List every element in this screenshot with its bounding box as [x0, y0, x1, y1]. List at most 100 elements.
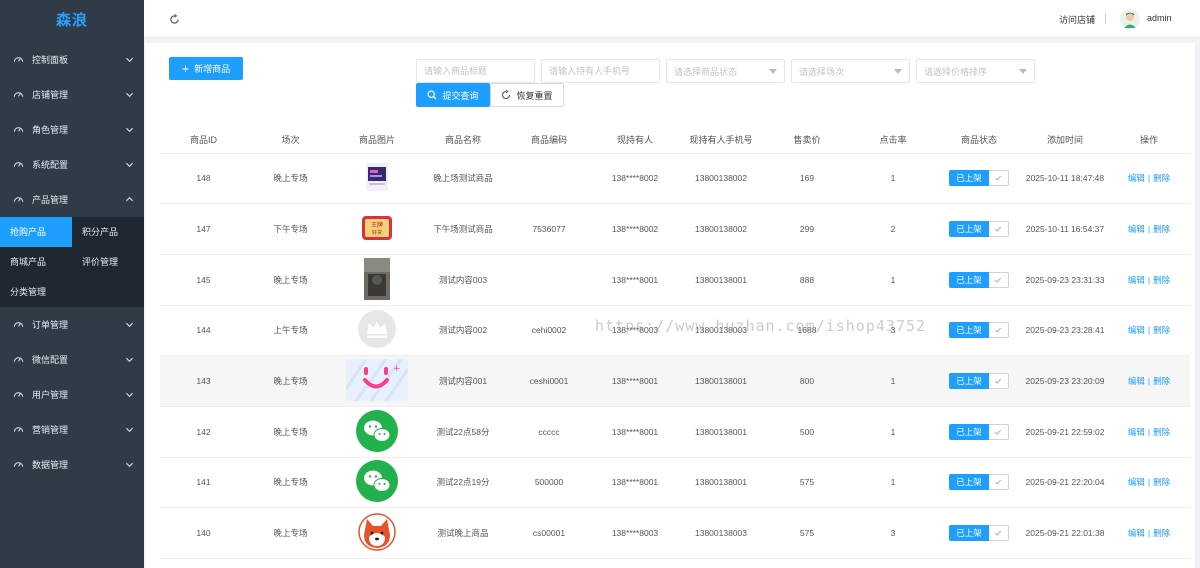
chevron-down-icon	[124, 160, 134, 170]
status-toggle[interactable]: 已上架	[949, 423, 1009, 440]
reset-button[interactable]: 恢复重置	[490, 83, 564, 107]
delete-link[interactable]: 删除	[1153, 275, 1170, 285]
status-badge[interactable]: 已上架	[949, 423, 989, 440]
status-toggle[interactable]: 已上架	[949, 322, 1009, 339]
submit-query-button[interactable]: 提交查询	[416, 83, 490, 107]
edit-link[interactable]: 编辑	[1128, 376, 1145, 386]
cell-id: 148	[160, 153, 247, 205]
refresh-icon[interactable]	[167, 12, 181, 26]
reset-label: 恢复重置	[516, 90, 553, 101]
cell-image	[334, 507, 420, 559]
table-row: 142 晚上专场 测试22点58分 ccccc 138****8001 138001380…	[160, 406, 1190, 458]
status-badge[interactable]: 已上架	[949, 322, 989, 339]
sidebar-item[interactable]: 系统配置	[0, 147, 144, 182]
submenu-item[interactable]: 商城产品	[0, 247, 72, 277]
sidebar-item[interactable]: 控制面板	[0, 42, 144, 77]
cell-code: cs00001	[506, 507, 592, 559]
phone-search-input[interactable]	[541, 59, 660, 83]
submenu-item[interactable]: 评价管理	[72, 247, 144, 277]
sidebar-item[interactable]: 角色管理	[0, 112, 144, 147]
cell-price: 1688	[764, 305, 850, 357]
status-toggle[interactable]: 已上架	[949, 474, 1009, 491]
status-toggle[interactable]: 已上架	[949, 170, 1009, 187]
visit-store-link[interactable]: 访问店铺	[1059, 13, 1095, 26]
edit-link[interactable]: 编辑	[1128, 477, 1145, 487]
checkmark-icon[interactable]	[988, 271, 1009, 288]
chevron-down-icon	[124, 90, 134, 100]
status-badge[interactable]: 已上架	[949, 221, 989, 238]
session-select[interactable]: 请选择场次	[791, 59, 910, 83]
brand-logo[interactable]: 森浪	[0, 0, 144, 42]
delete-link[interactable]: 删除	[1153, 427, 1170, 437]
edit-link[interactable]: 编辑	[1128, 224, 1145, 234]
sidebar-item[interactable]: 店铺管理	[0, 77, 144, 112]
title-search-input[interactable]	[416, 59, 535, 83]
edit-link[interactable]: 编辑	[1128, 325, 1145, 335]
cell-price: 169	[764, 153, 850, 205]
status-badge[interactable]: 已上架	[949, 474, 989, 491]
status-toggle[interactable]: 已上架	[949, 221, 1009, 238]
delete-link[interactable]: 删除	[1153, 528, 1170, 538]
username[interactable]: admin	[1147, 13, 1172, 23]
delete-link[interactable]: 删除	[1153, 477, 1170, 487]
cell-actions: 编辑 | 删除	[1108, 254, 1190, 306]
dashboard-icon	[12, 459, 24, 471]
checkmark-icon[interactable]	[988, 221, 1009, 238]
edit-link[interactable]: 编辑	[1128, 427, 1145, 437]
sidebar-item[interactable]: 用户管理	[0, 377, 144, 412]
product-image[interactable]	[364, 257, 390, 302]
cell-id: 142	[160, 406, 247, 458]
edit-link[interactable]: 编辑	[1128, 528, 1145, 538]
delete-link[interactable]: 删除	[1153, 224, 1170, 234]
submenu-item[interactable]: 积分产品	[72, 217, 144, 247]
product-image[interactable]	[358, 310, 396, 350]
cell-actions: 编辑 | 删除	[1108, 457, 1190, 509]
dashboard-icon	[12, 354, 24, 366]
caret-down-icon	[894, 69, 902, 74]
status-toggle[interactable]: 已上架	[949, 373, 1009, 390]
edit-link[interactable]: 编辑	[1128, 275, 1145, 285]
dashboard-icon	[12, 424, 24, 436]
status-badge[interactable]: 已上架	[949, 525, 989, 542]
add-product-button[interactable]: + 新增商品	[169, 57, 243, 80]
status-toggle[interactable]: 已上架	[949, 525, 1009, 542]
sidebar-item-label: 角色管理	[32, 125, 69, 135]
checkmark-icon[interactable]	[988, 525, 1009, 542]
product-image[interactable]	[358, 513, 396, 553]
product-image[interactable]	[356, 460, 398, 504]
delete-link[interactable]: 删除	[1153, 376, 1170, 386]
submenu-item[interactable]: 分类管理	[0, 277, 72, 307]
checkmark-icon[interactable]	[988, 322, 1009, 339]
submenu-item[interactable]: 抢购产品	[0, 217, 72, 247]
sidebar-item-label: 营销管理	[32, 425, 69, 435]
sidebar-item[interactable]: 数据管理	[0, 447, 144, 482]
checkmark-icon[interactable]	[988, 170, 1009, 187]
cell-name: 测试晚上商品	[420, 507, 506, 559]
delete-link[interactable]: 删除	[1153, 173, 1170, 183]
checkmark-icon[interactable]	[988, 423, 1009, 440]
sidebar-item[interactable]: 订单管理	[0, 307, 144, 342]
sidebar-item[interactable]: 营销管理	[0, 412, 144, 447]
product-image[interactable]: 王牌 好货	[360, 213, 394, 245]
product-image[interactable]	[366, 163, 388, 193]
cell-code: ceshi0001	[506, 355, 592, 407]
product-image[interactable]	[356, 409, 398, 454]
sidebar-item[interactable]: 产品管理	[0, 182, 144, 217]
product-image[interactable]: +	[344, 358, 410, 403]
cell-clicks: 1	[850, 406, 936, 458]
cell-clicks: 3	[850, 507, 936, 559]
user-avatar[interactable]	[1120, 9, 1140, 29]
status-badge[interactable]: 已上架	[949, 271, 989, 288]
status-select[interactable]: 请选择商品状态	[666, 59, 785, 83]
checkmark-icon[interactable]	[988, 373, 1009, 390]
sidebar-item[interactable]: 微信配置	[0, 342, 144, 377]
cell-name: 晚上场测试商品	[420, 153, 506, 205]
cell-price: 500	[764, 406, 850, 458]
checkmark-icon[interactable]	[988, 474, 1009, 491]
status-toggle[interactable]: 已上架	[949, 271, 1009, 288]
status-badge[interactable]: 已上架	[949, 373, 989, 390]
status-badge[interactable]: 已上架	[949, 170, 989, 187]
edit-link[interactable]: 编辑	[1128, 173, 1145, 183]
price-sort-select[interactable]: 请选择价格排序	[916, 59, 1035, 83]
delete-link[interactable]: 删除	[1153, 325, 1170, 335]
